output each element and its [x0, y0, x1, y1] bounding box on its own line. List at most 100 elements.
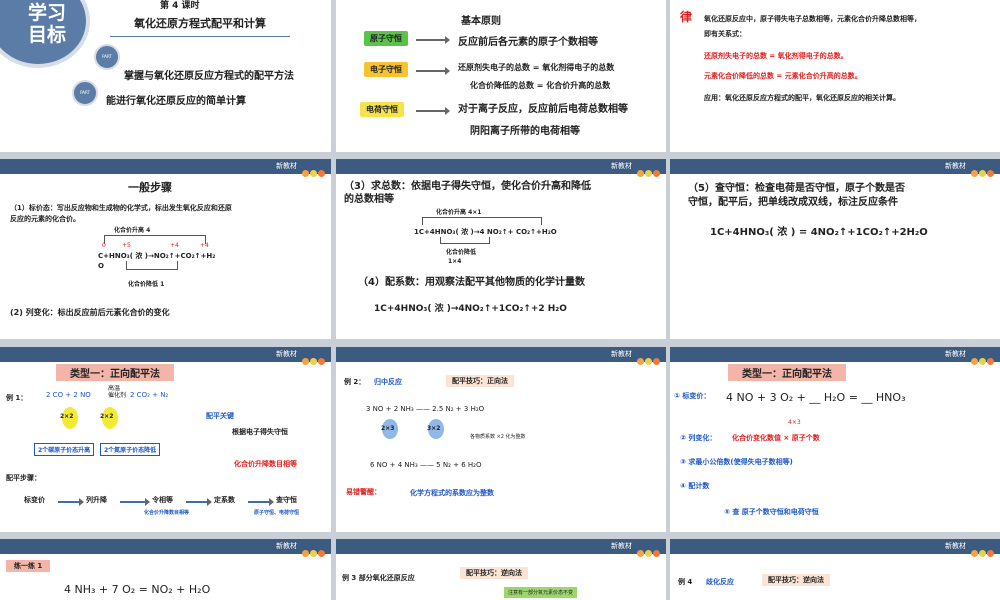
law-label: 律 [680, 10, 693, 24]
practice-tag: 练一练 1 [6, 560, 51, 572]
slide-11-thumbnail[interactable]: 新教材 例 3 部分氧化还原反应 配平技巧：逆向法 注意有一部分氧元素价态不变 [336, 539, 666, 600]
fall-label: 化合价降低 1 [128, 281, 165, 288]
principle-charge-1: 对于离子反应，反应前后电荷总数相等 [458, 104, 628, 115]
step-5-line-1: （5）查守恒：检查电荷是否守恒，原子个数是否 [688, 183, 905, 194]
lesson-title: 氧化还原方程式配平和计算 [134, 17, 266, 30]
slide-7-thumbnail[interactable]: 新教材 类型一：正向配平法 例 1： 2 CO + 2 NO 高温 催化剂 2 … [0, 347, 331, 532]
step-list: 列升降 [86, 496, 107, 504]
slide-4-thumbnail[interactable]: 新教材 一般步骤 （1）标价态：写出反应物和生成物的化学式，标出发生氧化反应和还… [0, 159, 331, 339]
step-arrow-1 [58, 498, 84, 506]
principle-heading: 基本原则 [461, 16, 501, 27]
key-line-2: 化合价升降数目相等 [234, 460, 297, 468]
atom-conservation-tag: 原子守恒 [364, 31, 408, 46]
slide-header-bar: 新教材 [0, 539, 331, 557]
header-dots-icon [970, 162, 994, 181]
slide-5-thumbnail[interactable]: 新教材 （3）求总数：依据电子得失守恒，使化合价升高和降低 的总数相等 化合价升… [336, 159, 666, 339]
slide-8-thumbnail[interactable]: 新教材 例 2： 归中反应 配平技巧：正向法 3 NO + 2 NH₃ —— 2… [336, 347, 666, 532]
new-textbook-label: 新教材 [945, 350, 966, 358]
electron-conservation-tag: 电子守恒 [364, 62, 408, 77]
equation-2-balanced: 1C+4HNO₃( 浓 )→4NO₂↑+1CO₂↑+2 H₂O [374, 304, 567, 314]
title-underline [110, 36, 290, 37]
step-1-line-1: （1）标价态：写出反应物和生成物的化学式，标出发生氧化反应和还原 [10, 204, 232, 212]
step-note-2: 原子守恒、电荷守恒 [254, 510, 300, 516]
arrow-1 [416, 36, 450, 44]
law-application: 应用：氧化还原反应方程式的配平，氧化还原反应的相关计算。 [704, 94, 900, 102]
example-2-result: 6 NO + 4 NH₃ —— 5 N₂ + 6 H₂O [370, 461, 482, 469]
example-2-topic: 归中反应 [374, 378, 402, 386]
step-equal: 令相等 [152, 496, 173, 504]
example-3-note: 注意有一部分氧元素价态不变 [504, 587, 578, 598]
list-change: ② 列变化： [680, 434, 717, 442]
slide-12-thumbnail[interactable]: 新教材 例 4 歧化反应 配平技巧：逆向法 [670, 539, 1000, 600]
principle-electron-2: 化合价降低的总数 = 化合价升高的总数 [470, 81, 611, 90]
step-note-1: 化合价升降数目相等 [144, 510, 190, 516]
equation-2: 1C+4HNO₃( 浓 )→4 NO₂↑+ CO₂↑+H₂O [414, 228, 557, 236]
header-dots-icon [301, 542, 325, 561]
type-one-title: 类型一：正向配平法 [56, 364, 174, 381]
step-4: （4）配系数：用观察法配平其他物质的化学计量数 [358, 277, 585, 288]
new-textbook-label: 新教材 [611, 542, 632, 550]
valence-c2: +4 [200, 242, 209, 249]
slide-header-bar: 新教材 [0, 347, 331, 365]
new-textbook-label: 新教材 [276, 350, 297, 358]
law-line-1: 氧化还原反应中，原子得失电子总数相等，元素化合价升降总数相等， [704, 15, 921, 23]
goal-badge: 学习 目标 [0, 0, 86, 64]
part-circle-1: PART [94, 44, 120, 70]
header-dots-icon [636, 162, 660, 181]
valence-n2: +4 [170, 242, 179, 249]
practice-equation: 4 NH₃ + 7 O₂ = NO₂ + H₂O [64, 583, 211, 596]
step-3-line-2: 的总数相等 [344, 194, 394, 205]
example-3-tip: 配平技巧：逆向法 [460, 567, 528, 579]
fall-bracket [440, 237, 490, 244]
step-mark: 标变价 [24, 496, 45, 504]
mark-valence: ① 标变价： [674, 392, 711, 400]
example-equation: 4 NO + 3 O₂ + __ H₂O = __ HNO₃ [726, 391, 906, 404]
example-4-tip: 配平技巧：逆向法 [762, 574, 830, 586]
check-conservation: ⑤ 查 原子个数守恒和电荷守恒 [724, 508, 819, 516]
least-common-multiple: ③ 求最小公倍数(使得失电子数相等) [680, 458, 793, 466]
multiply-note: 各物质系数 ×2 化为整数 [470, 434, 526, 440]
equation-1: C+HNO₃( 浓 )→NO₂↑+CO₂↑+H₂ [98, 252, 216, 260]
key-label: 配平关键 [206, 412, 234, 420]
warning-label: 易错警醒： [346, 488, 381, 496]
principle-charge-2: 阴阳离子所带的电荷相等 [470, 126, 580, 137]
new-textbook-label: 新教材 [611, 162, 632, 170]
fall-bracket [126, 261, 178, 270]
carbon-box: 2个碳原子价态升高 [34, 443, 95, 456]
step-arrow-4 [248, 498, 274, 506]
part-circle-2: PART [72, 80, 98, 106]
slide-9-thumbnail[interactable]: 新教材 类型一：正向配平法 ① 标变价： 4 NO + 3 O₂ + __ H₂… [670, 347, 1000, 532]
example-product: 2 CO₂ + N₂ [130, 391, 169, 399]
rise-label: 化合价升高 4×1 [436, 209, 482, 216]
slide-header-bar: 新教材 [0, 159, 331, 177]
slide-10-thumbnail[interactable]: 新教材 练一练 1 4 NH₃ + 7 O₂ = NO₂ + H₂O [0, 539, 331, 600]
step-5-line-2: 守恒，配平后，把单线改成双线，标注反应条件 [688, 197, 898, 208]
warning-text: 化学方程式的系数应为整数 [410, 489, 494, 497]
slide-header-bar: 新教材 [670, 347, 1000, 365]
law-line-2: 即有关系式： [704, 30, 746, 38]
slide-header-bar: 新教材 [336, 347, 666, 365]
example-2-label: 例 2： [344, 378, 366, 386]
fall-label: 化合价降低 [446, 249, 477, 256]
slide-1-thumbnail[interactable]: 学习 目标 第 4 课时 氧化还原方程式配平和计算 PART 掌握与氧化还原反应… [0, 0, 331, 152]
step-arrow-3 [186, 498, 212, 506]
new-textbook-label: 新教材 [945, 542, 966, 550]
header-dots-icon [970, 542, 994, 561]
new-textbook-label: 新教材 [611, 350, 632, 358]
step-2: (2) 列变化：标出反应前后元素化合价的变化 [10, 308, 170, 317]
equation-1-o: O [98, 262, 104, 270]
fall-multiplier: 1×4 [448, 258, 462, 265]
header-dots-icon [636, 350, 660, 369]
slide-3-thumbnail[interactable]: 律 氧化还原反应中，原子得失电子总数相等，元素化合价升降总数相等， 即有关系式：… [670, 0, 1000, 152]
arrow-3 [416, 107, 450, 115]
valence-c: 0 [102, 242, 106, 249]
slide-6-thumbnail[interactable]: 新教材 （5）查守恒：检查电荷是否守恒，原子个数是否 守恒，配平后，把单线改成双… [670, 159, 1000, 339]
step-check: 查守恒 [276, 496, 297, 504]
set-coefficients: ④ 配计数 [680, 482, 710, 490]
law-red-1: 还原剂失电子的总数 = 氧化剂得电子的总数。 [704, 52, 848, 60]
change-nh3: 3×2 [427, 425, 441, 432]
slide-2-thumbnail[interactable]: 基本原则 原子守恒 反应前后各元素的原子个数相等 电子守恒 还原剂失电子的总数 … [336, 0, 666, 152]
change-c: 2×2 [60, 413, 74, 420]
equation-final: 1C+4HNO₃( 浓 ) = 4NO₂↑+1CO₂↑+2H₂O [710, 227, 928, 238]
slide-header-bar: 新教材 [670, 539, 1000, 557]
